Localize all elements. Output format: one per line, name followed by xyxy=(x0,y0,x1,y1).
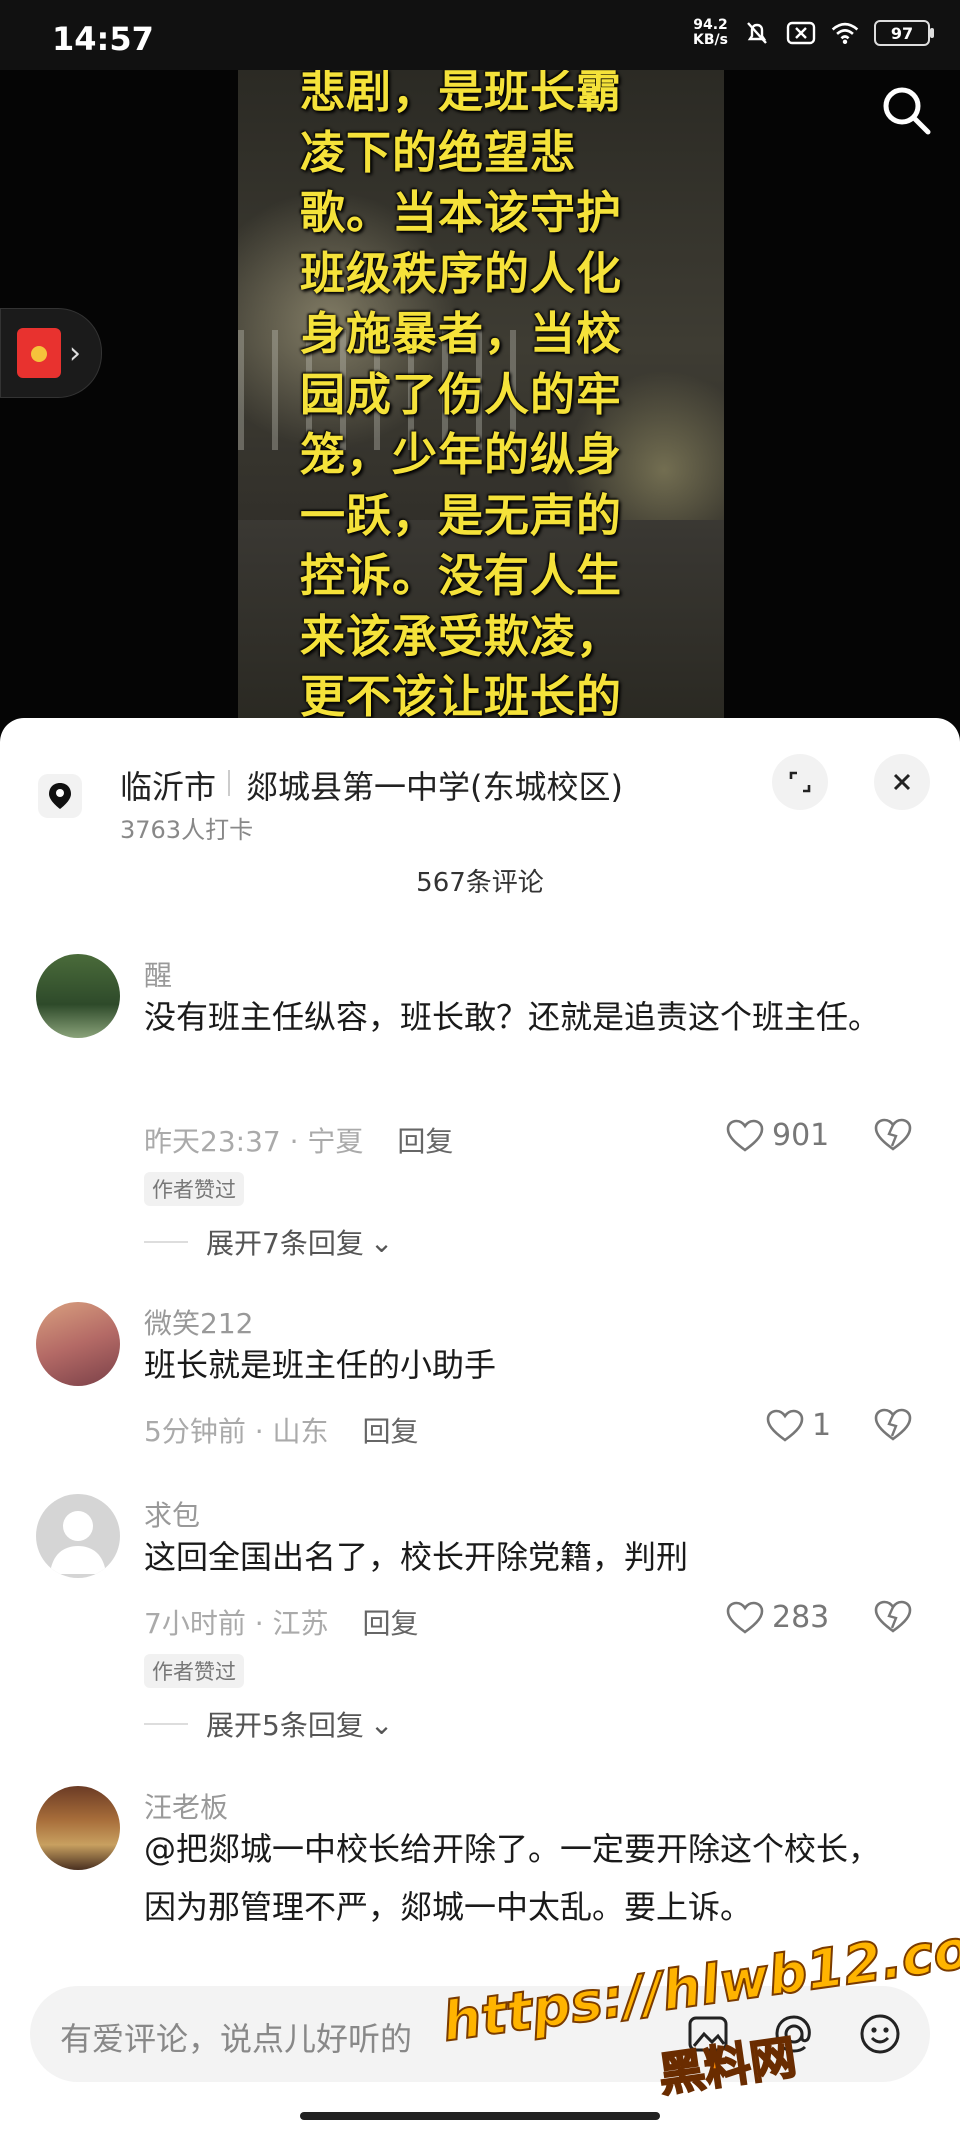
comments-sheet: 临沂市 郯城县第一中学(东城校区) 3763人打卡 567条评论 醒 没有班主任… xyxy=(0,718,960,2134)
comment-region: 山东 xyxy=(272,1415,329,1448)
red-packet-button[interactable]: › xyxy=(0,308,102,398)
dislike-icon[interactable] xyxy=(874,1600,912,1638)
sim-off-icon xyxy=(786,18,816,48)
network-speed: 94.2 KB/s xyxy=(693,18,728,48)
expand-replies-button[interactable]: 展开5条回复 ⌄ xyxy=(144,1704,393,1744)
battery-indicator: 97 xyxy=(874,20,934,46)
like-button[interactable]: 1 xyxy=(766,1408,831,1443)
like-count: 1 xyxy=(812,1408,832,1443)
network-speed-value: 94.2 xyxy=(693,17,728,33)
avatar[interactable] xyxy=(36,954,120,1038)
heart-icon xyxy=(726,1601,764,1634)
like-button[interactable]: 901 xyxy=(726,1118,829,1153)
comment-time: 7小时前 xyxy=(144,1607,246,1640)
avatar[interactable] xyxy=(36,1786,120,1870)
reply-button[interactable]: 回复 xyxy=(363,1607,419,1640)
avatar[interactable] xyxy=(36,1494,120,1578)
reply-button[interactable]: 回复 xyxy=(363,1415,419,1448)
video-player[interactable]: 悲剧，是班长霸凌下的绝望悲歌。当本该守护班级秩序的人化身施暴者，当校园成了伤人的… xyxy=(0,70,960,760)
home-indicator[interactable] xyxy=(300,2112,660,2120)
comment-input-placeholder[interactable]: 有爱评论，说点儿好听的 xyxy=(60,2014,412,2060)
wifi-icon xyxy=(830,18,860,48)
chevron-down-icon: ⌄ xyxy=(369,1707,394,1741)
mute-bell-icon xyxy=(742,18,772,48)
comment-text: @把郯城一中校长给开除了。一定要开除这个校长，因为那管理不严，郯城一中太乱。要上… xyxy=(144,1830,881,1926)
like-count: 901 xyxy=(772,1118,830,1153)
location-city: 临沂市 xyxy=(120,768,217,806)
dislike-icon[interactable] xyxy=(874,1118,912,1156)
battery-level: 97 xyxy=(890,23,914,43)
search-icon[interactable] xyxy=(876,80,936,140)
comment-text: 班长就是班主任的小助手 xyxy=(144,1346,497,1384)
chevron-right-icon: › xyxy=(69,335,81,371)
comment-region: 江苏 xyxy=(272,1607,329,1640)
author-liked-badge: 作者赞过 xyxy=(144,1654,244,1688)
heart-icon xyxy=(766,1409,804,1442)
like-count: 283 xyxy=(772,1600,830,1635)
like-button[interactable]: 283 xyxy=(726,1600,829,1635)
comment-meta: 7小时前 · 江苏 回复 xyxy=(144,1607,419,1640)
dislike-icon[interactable] xyxy=(874,1408,912,1446)
comment-time: 5分钟前 xyxy=(144,1415,246,1448)
status-bar: 14:57 94.2 KB/s 97 xyxy=(0,0,960,70)
avatar[interactable] xyxy=(36,1302,120,1386)
location-divider xyxy=(228,770,230,796)
default-avatar-icon xyxy=(50,1511,106,1574)
comment-region: 宁夏 xyxy=(307,1125,364,1158)
location-checkins: 3763人打卡 xyxy=(120,816,254,844)
emoji-icon[interactable] xyxy=(854,2008,906,2060)
status-icons: 94.2 KB/s 97 xyxy=(693,18,934,48)
comment-text: 这回全国出名了，校长开除党籍，判刑 xyxy=(144,1538,689,1576)
expand-icon[interactable] xyxy=(772,754,828,810)
expand-replies-label: 展开5条回复 xyxy=(206,1709,364,1742)
comment-meta: 5分钟前 · 山东 回复 xyxy=(144,1415,419,1448)
red-packet-icon xyxy=(17,328,61,378)
comment-meta: 昨天23:37 · 宁夏 回复 xyxy=(144,1125,454,1158)
video-caption-text: 悲剧，是班长霸凌下的绝望悲歌。当本该守护班级秩序的人化身施暴者，当校园成了伤人的… xyxy=(300,70,623,760)
network-speed-unit: KB/s xyxy=(693,32,728,48)
chevron-down-icon: ⌄ xyxy=(369,1225,394,1259)
video-frame: 悲剧，是班长霸凌下的绝望悲歌。当本该守护班级秩序的人化身施暴者，当校园成了伤人的… xyxy=(238,70,724,760)
status-time: 14:57 xyxy=(52,20,154,58)
close-icon[interactable] xyxy=(874,754,930,810)
expand-replies-button[interactable]: 展开7条回复 ⌄ xyxy=(144,1222,393,1262)
comment-count: 567条评论 xyxy=(416,868,544,898)
author-liked-badge: 作者赞过 xyxy=(144,1172,244,1206)
divider xyxy=(144,1241,188,1243)
comment-text: 没有班主任纵容，班长敢？还就是追责这个班主任。 xyxy=(144,998,881,1036)
divider xyxy=(144,1723,188,1725)
heart-icon xyxy=(726,1119,764,1152)
expand-replies-label: 展开7条回复 xyxy=(206,1227,364,1260)
comment-time: 昨天23:37 xyxy=(144,1125,281,1158)
location-pin-icon xyxy=(38,774,82,818)
reply-button[interactable]: 回复 xyxy=(397,1125,453,1158)
location-place: 郯城县第一中学(东城校区) xyxy=(246,768,623,806)
